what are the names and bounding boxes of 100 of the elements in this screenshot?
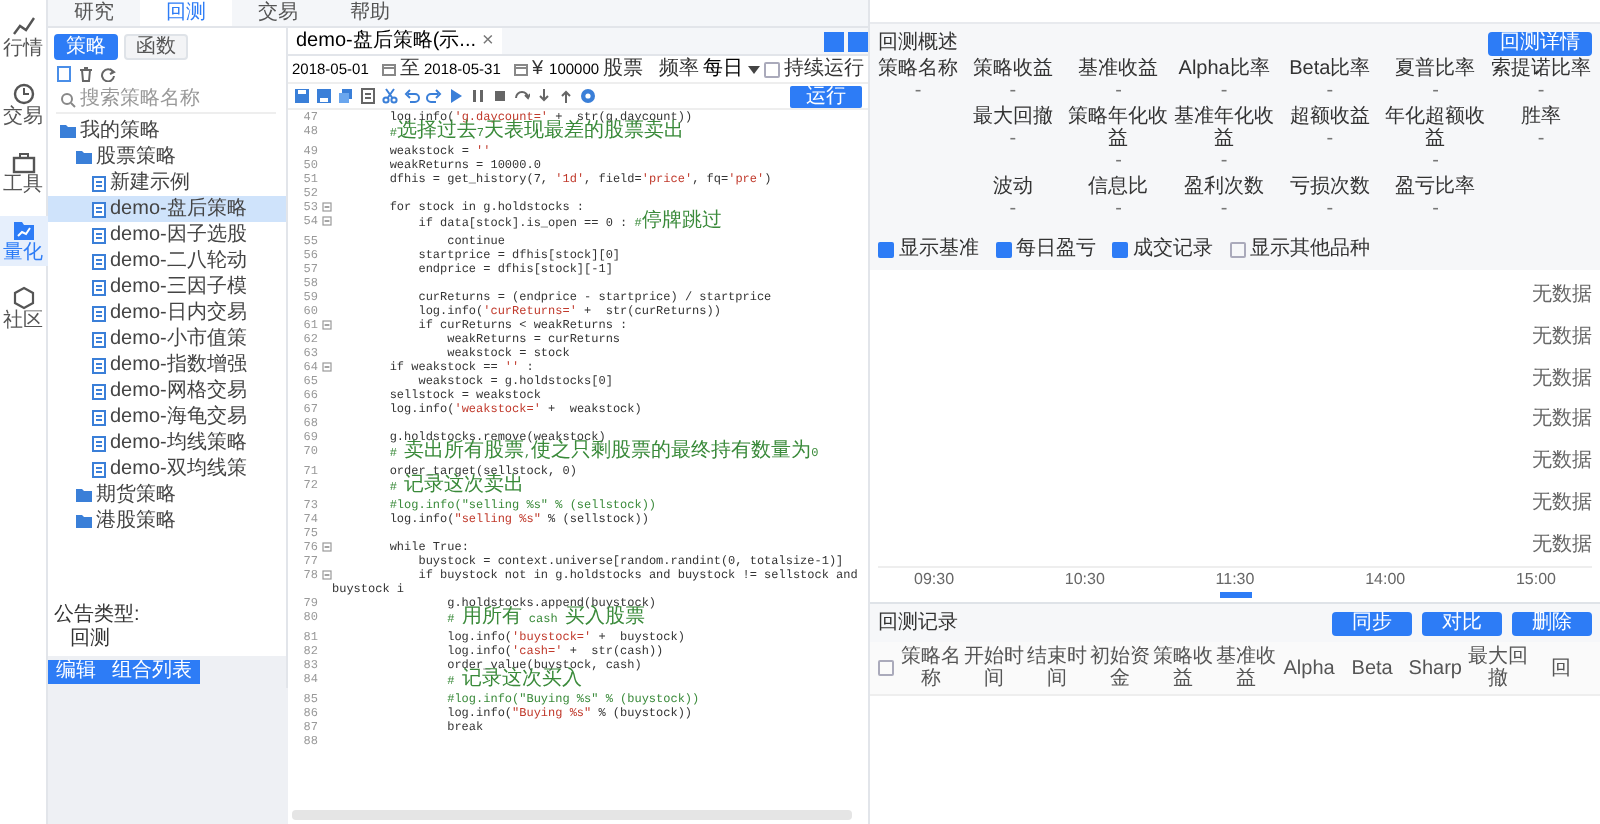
file-icon	[92, 461, 106, 477]
strategy-item[interactable]: demo-盘后策略	[48, 196, 286, 222]
date-separator: 至	[400, 56, 420, 84]
run-button[interactable]: 运行	[790, 85, 862, 107]
strategy-item[interactable]: demo-二八轮动	[48, 248, 286, 274]
rail-tab[interactable]: 交易	[0, 80, 47, 130]
top-tab[interactable]: 帮助	[324, 0, 416, 26]
scissors-icon[interactable]	[382, 88, 398, 104]
checkbox-label: 显示其他品种	[1250, 235, 1370, 264]
fold-icon[interactable]	[321, 216, 331, 226]
top-tab[interactable]: 研究	[48, 0, 140, 26]
metric-label: Beta比率	[1287, 58, 1373, 80]
folder-chart-icon	[11, 218, 35, 242]
pause-icon[interactable]	[470, 88, 486, 104]
close-button[interactable]: ×	[482, 30, 494, 52]
save-icon[interactable]	[316, 88, 332, 104]
step-over-icon[interactable]	[514, 88, 530, 104]
refresh-icon[interactable]	[100, 66, 116, 82]
folder-item[interactable]: 期货策略	[48, 482, 286, 508]
fold-icon[interactable]	[321, 202, 331, 212]
range-handle[interactable]	[1219, 592, 1251, 598]
rail-tab[interactable]: 社区	[0, 284, 47, 334]
checkbox[interactable]	[764, 61, 780, 77]
checkbox[interactable]	[1112, 241, 1128, 257]
redo-icon[interactable]	[426, 88, 442, 104]
metric-label: 策略年化收益	[1067, 106, 1170, 150]
strategy-item[interactable]: demo-日内交易	[48, 300, 286, 326]
frequency-dropdown[interactable]: 每日	[703, 54, 760, 84]
metric-value: -	[1535, 128, 1547, 150]
checkbox-label: 持续运行	[784, 55, 864, 84]
top-tab[interactable]: 回测	[140, 0, 232, 26]
metric-label: 胜率	[1519, 106, 1564, 128]
detail-button[interactable]: 回测详情	[1488, 31, 1592, 55]
strategy-item[interactable]: demo-指数增强	[48, 352, 286, 378]
metric-label: 策略收益	[970, 58, 1055, 80]
metric-value: -	[1324, 128, 1336, 150]
calendar-icon	[514, 62, 528, 76]
column-header: Alpha	[1281, 657, 1337, 679]
metric-value: -	[912, 80, 924, 102]
metric-label: 策略名称	[878, 58, 958, 80]
metric-label: 盈亏比率	[1393, 176, 1478, 198]
stop-icon[interactable]	[492, 88, 508, 104]
editor-tab[interactable]: demo-盘后策略(示... ×	[288, 28, 502, 54]
undo-icon[interactable]	[404, 88, 420, 104]
metric-label: 信息比	[1086, 176, 1151, 198]
folder-item[interactable]: 港股策略	[48, 508, 286, 534]
copy-icon[interactable]	[338, 88, 354, 104]
metric-value: -	[1113, 150, 1124, 172]
fold-icon[interactable]	[321, 570, 331, 580]
strategy-item[interactable]: demo-网格交易	[48, 378, 286, 404]
metric-value: -	[1324, 198, 1336, 220]
metric-label: 盈利次数	[1182, 176, 1267, 198]
folder-item[interactable]: 股票策略	[48, 144, 286, 170]
save-icon[interactable]	[294, 88, 310, 104]
column-header: Beta	[1349, 657, 1395, 679]
strategy-item[interactable]: demo-双均线策	[48, 456, 286, 482]
no-data-label: 无数据	[1532, 281, 1592, 310]
new-file-icon[interactable]	[56, 66, 72, 82]
panel-tab[interactable]: 函数	[124, 34, 188, 60]
strategy-item[interactable]: demo-三因子模	[48, 274, 286, 300]
checkbox[interactable]	[1229, 241, 1245, 257]
metric-value: -	[1535, 80, 1547, 102]
column-header: 基准收益	[1215, 646, 1277, 690]
file-icon	[92, 305, 106, 321]
search-field[interactable]: 搜索策略名称	[56, 86, 276, 114]
play-icon[interactable]	[448, 88, 464, 104]
step-into-icon[interactable]	[536, 88, 552, 104]
metric-label: 索提诺比率	[1490, 58, 1592, 80]
folder-item[interactable]: 我的策略	[48, 118, 286, 144]
checkbox-label: 成交记录	[1133, 235, 1213, 264]
file-icon	[92, 409, 106, 425]
search-icon	[60, 92, 76, 108]
checkbox[interactable]	[878, 241, 894, 257]
rail-tab[interactable]: 行情	[0, 12, 47, 62]
strategy-item[interactable]: demo-均线策略	[48, 430, 286, 456]
document-icon[interactable]	[360, 88, 376, 104]
metric-value: -	[1007, 198, 1019, 220]
action-button[interactable]: 删除	[1512, 611, 1592, 635]
metric-value: -	[1218, 198, 1230, 220]
toolbox-icon	[11, 150, 35, 174]
action-button[interactable]: 对比	[1422, 611, 1502, 635]
step-out-icon[interactable]	[558, 88, 574, 104]
line-chart-icon	[11, 14, 35, 38]
rail-tab[interactable]: 工具	[0, 148, 47, 198]
action-button[interactable]: 同步	[1332, 611, 1412, 635]
metric-value: -	[1218, 80, 1230, 102]
strategy-item[interactable]: demo-小市值策	[48, 326, 286, 352]
panel-tab[interactable]: 策略	[54, 34, 118, 60]
strategy-item[interactable]: demo-因子选股	[48, 222, 286, 248]
fold-icon[interactable]	[321, 362, 331, 372]
strategy-item[interactable]: 新建示例	[48, 170, 286, 196]
settings-icon[interactable]	[580, 88, 596, 104]
fold-icon[interactable]	[321, 320, 331, 330]
top-tab[interactable]: 交易	[232, 0, 324, 26]
checkbox[interactable]	[995, 241, 1011, 257]
trash-icon[interactable]	[78, 66, 94, 82]
file-icon	[92, 279, 106, 295]
checkbox[interactable]	[878, 660, 894, 676]
strategy-item[interactable]: demo-海龟交易	[48, 404, 286, 430]
fold-icon[interactable]	[321, 542, 331, 552]
